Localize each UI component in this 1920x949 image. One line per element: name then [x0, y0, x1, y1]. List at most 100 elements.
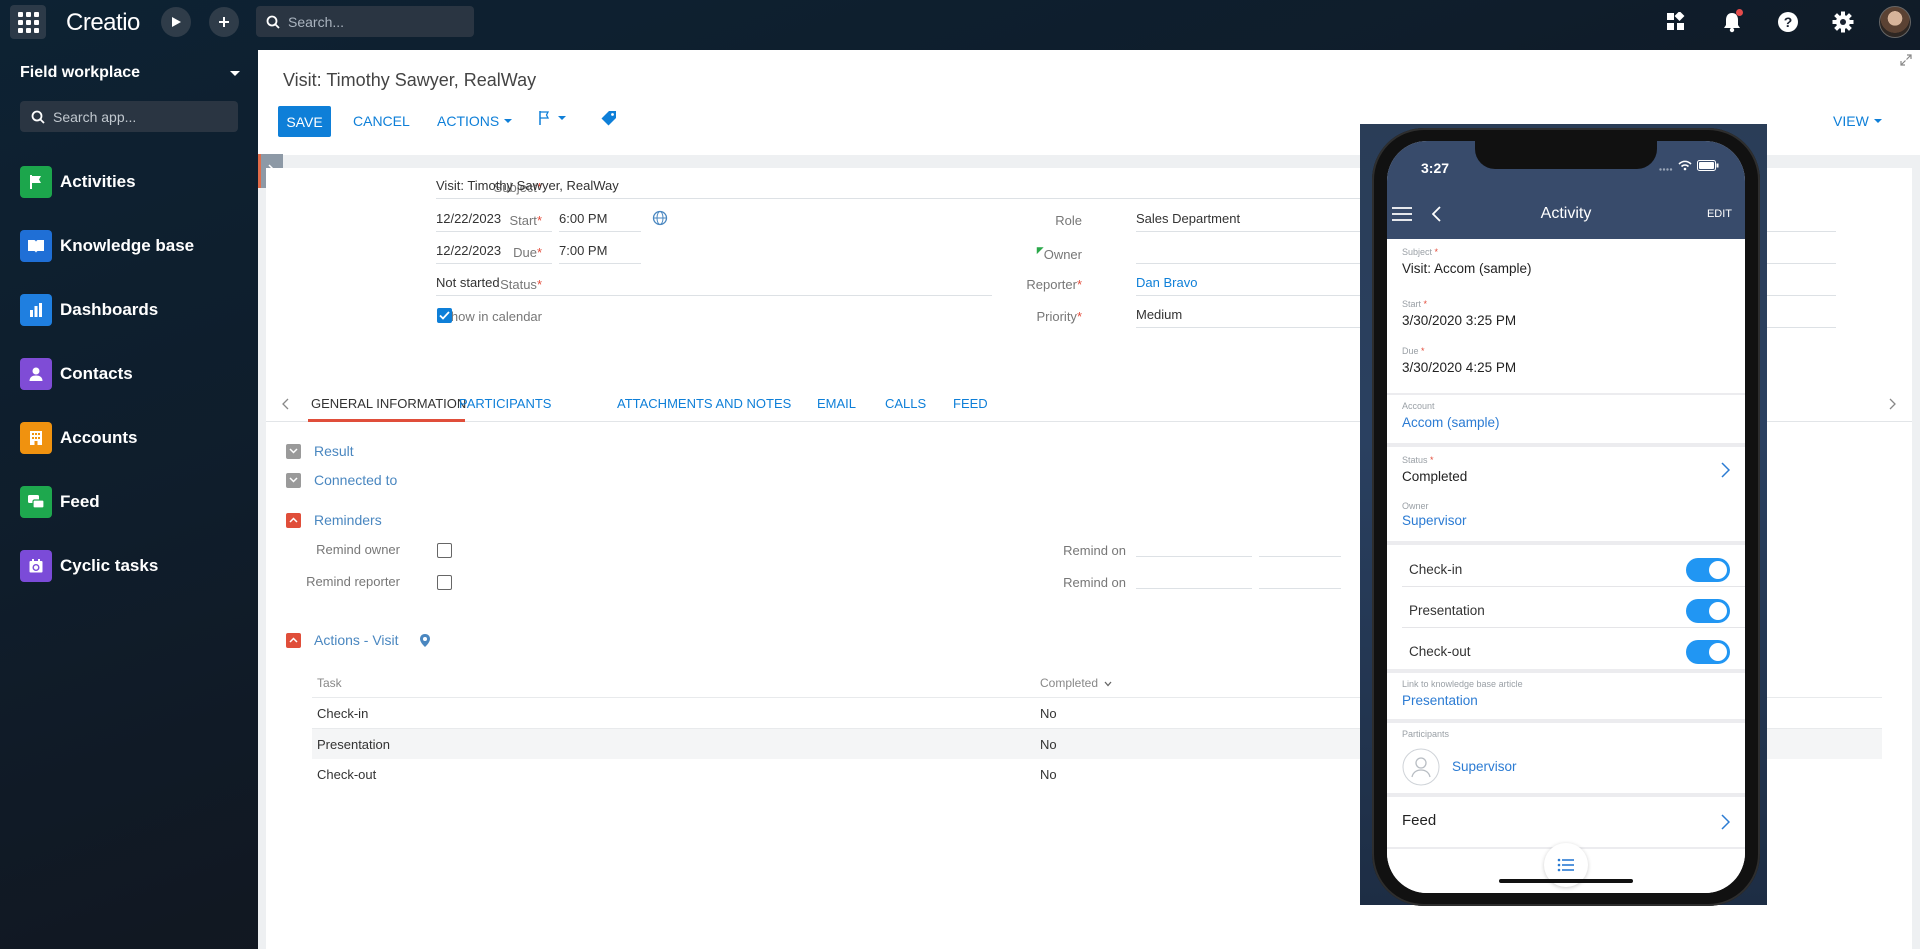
phone-notch	[1475, 141, 1657, 169]
actions-button[interactable]: ACTIONS	[437, 113, 513, 129]
phone-account-block: Account Accom (sample)	[1387, 395, 1745, 443]
tab-general-information[interactable]: GENERAL INFORMATION	[311, 396, 466, 411]
app-search-input[interactable]	[53, 108, 223, 125]
plus-icon	[219, 17, 229, 27]
remind-owner-time-field[interactable]	[1259, 535, 1341, 557]
chevron-left-icon[interactable]	[282, 398, 290, 410]
tab-email[interactable]: EMAIL	[817, 396, 856, 411]
remind-owner-checkbox[interactable]	[437, 543, 452, 558]
sidebar-item-contacts[interactable]: Contacts	[20, 358, 133, 390]
workplace-selector[interactable]: Field workplace	[20, 64, 240, 82]
show-in-calendar-checkbox[interactable]	[437, 308, 452, 323]
chevron-up-icon	[286, 512, 301, 528]
tab-participants[interactable]: PARTICIPANTS	[459, 396, 551, 411]
group-connected-to[interactable]: Connected to	[286, 472, 397, 488]
svg-text:?: ?	[1784, 14, 1793, 30]
presentation-toggle[interactable]	[1686, 599, 1730, 623]
due-date-field[interactable]: 12/22/2023	[436, 242, 552, 264]
chevron-down-icon	[504, 119, 513, 123]
completed-column-header[interactable]: Completed	[1040, 676, 1112, 690]
sidebar-item-accounts[interactable]: Accounts	[20, 422, 137, 454]
add-button[interactable]	[209, 7, 239, 37]
creatio-logo[interactable]: Creatio	[66, 9, 140, 37]
settings-gear-icon[interactable]	[1831, 10, 1855, 34]
tag-button[interactable]	[601, 110, 617, 129]
sidebar-item-knowledge-base[interactable]: Knowledge base	[20, 230, 194, 262]
calendar-repeat-icon	[20, 550, 52, 582]
tab-attachments-and-notes[interactable]: ATTACHMENTS AND NOTES	[617, 396, 791, 411]
global-search[interactable]	[256, 6, 474, 37]
global-search-input[interactable]	[288, 13, 458, 30]
phone-start-value[interactable]: 3/30/2020 3:25 PM	[1402, 313, 1516, 328]
phone-screen: 3:27 Activity EDIT Subject * Visit: Acco…	[1387, 141, 1745, 893]
due-time-field[interactable]: 7:00 PM	[559, 242, 641, 264]
view-button[interactable]: VIEW	[1833, 113, 1882, 129]
sidebar-item-label: Activities	[60, 172, 136, 191]
business-process-button[interactable]	[537, 110, 566, 129]
map-pin-icon[interactable]	[419, 633, 431, 648]
view-label: VIEW	[1833, 113, 1869, 129]
phone-toggle-label: Presentation	[1409, 603, 1485, 618]
phone-mockup: 3:27 Activity EDIT Subject * Visit: Acco…	[1372, 128, 1760, 906]
check-in-toggle[interactable]	[1686, 558, 1730, 582]
tab-feed[interactable]: FEED	[953, 396, 988, 411]
app-modules-icon[interactable]	[1664, 10, 1688, 34]
tab-calls[interactable]: CALLS	[885, 396, 926, 411]
notifications-bell-icon[interactable]	[1720, 9, 1744, 34]
phone-subject-value[interactable]: Visit: Accom (sample)	[1402, 261, 1532, 276]
sidebar-item-cyclic-tasks[interactable]: Cyclic tasks	[20, 550, 158, 582]
phone-owner-value[interactable]: Supervisor	[1402, 513, 1467, 528]
phone-feed-block[interactable]: Feed	[1387, 797, 1745, 847]
remind-owner-date-field[interactable]	[1136, 535, 1252, 557]
completed-cell: No	[1040, 737, 1057, 752]
phone-edit-button[interactable]: EDIT	[1707, 208, 1732, 220]
role-label: Role	[1055, 213, 1082, 228]
group-actions-visit[interactable]: Actions - Visit	[286, 632, 431, 648]
sidebar-item-activities[interactable]: Activities	[20, 166, 136, 198]
chevron-right-icon[interactable]	[1721, 814, 1730, 830]
sidebar-item-dashboards[interactable]: Dashboards	[20, 294, 158, 326]
save-button[interactable]: SAVE	[278, 106, 331, 137]
run-process-button[interactable]	[161, 7, 191, 37]
checkmark-icon	[439, 311, 450, 320]
user-avatar[interactable]	[1879, 6, 1911, 38]
phone-account-value[interactable]: Accom (sample)	[1402, 415, 1500, 430]
group-result[interactable]: Result	[286, 443, 354, 459]
phone-status-label: Status *	[1402, 455, 1434, 465]
notification-dot	[1736, 9, 1743, 16]
help-icon[interactable]: ?	[1776, 10, 1800, 34]
participant-avatar-icon	[1402, 748, 1440, 786]
task-column-header[interactable]: Task	[317, 676, 342, 690]
timezone-globe-icon[interactable]	[652, 210, 668, 226]
group-reminders[interactable]: Reminders	[286, 512, 382, 528]
remind-reporter-time-field[interactable]	[1259, 567, 1341, 589]
phone-account-label: Account	[1402, 401, 1435, 411]
chevron-right-icon[interactable]	[1721, 462, 1730, 478]
start-date-field[interactable]: 12/22/2023	[436, 210, 552, 232]
cancel-button[interactable]: CANCEL	[353, 113, 410, 129]
start-time-field[interactable]: 6:00 PM	[559, 210, 641, 232]
book-icon	[20, 230, 52, 262]
phone-toggle-label: Check-in	[1409, 562, 1463, 577]
sidebar-item-label: Knowledge base	[60, 236, 195, 255]
task-cell: Check-out	[317, 767, 377, 782]
phone-status-block: Status * Completed Owner Supervisor	[1387, 447, 1745, 541]
chevron-right-icon[interactable]	[1888, 398, 1896, 410]
phone-due-value[interactable]: 3/30/2020 4:25 PM	[1402, 360, 1516, 375]
maximize-icon[interactable]	[1900, 54, 1912, 66]
phone-kb-value[interactable]: Presentation	[1402, 693, 1478, 708]
chevron-down-icon	[1873, 119, 1882, 123]
app-launcher-icon[interactable]	[10, 5, 46, 39]
remind-reporter-date-field[interactable]	[1136, 567, 1252, 589]
process-flag-icon	[539, 111, 550, 125]
phone-status-value[interactable]: Completed	[1402, 469, 1467, 484]
app-search[interactable]	[20, 101, 238, 132]
page-title: Visit: Timothy Sawyer, RealWay	[283, 70, 537, 90]
phone-participant-value[interactable]: Supervisor	[1452, 759, 1517, 774]
check-out-toggle[interactable]	[1686, 640, 1730, 664]
remind-reporter-checkbox[interactable]	[437, 575, 452, 590]
phone-kb-label: Link to knowledge base article	[1402, 679, 1523, 689]
status-field[interactable]: Not started	[436, 274, 992, 296]
sidebar-item-feed[interactable]: Feed	[20, 486, 100, 518]
chevron-down-icon	[1104, 681, 1112, 687]
